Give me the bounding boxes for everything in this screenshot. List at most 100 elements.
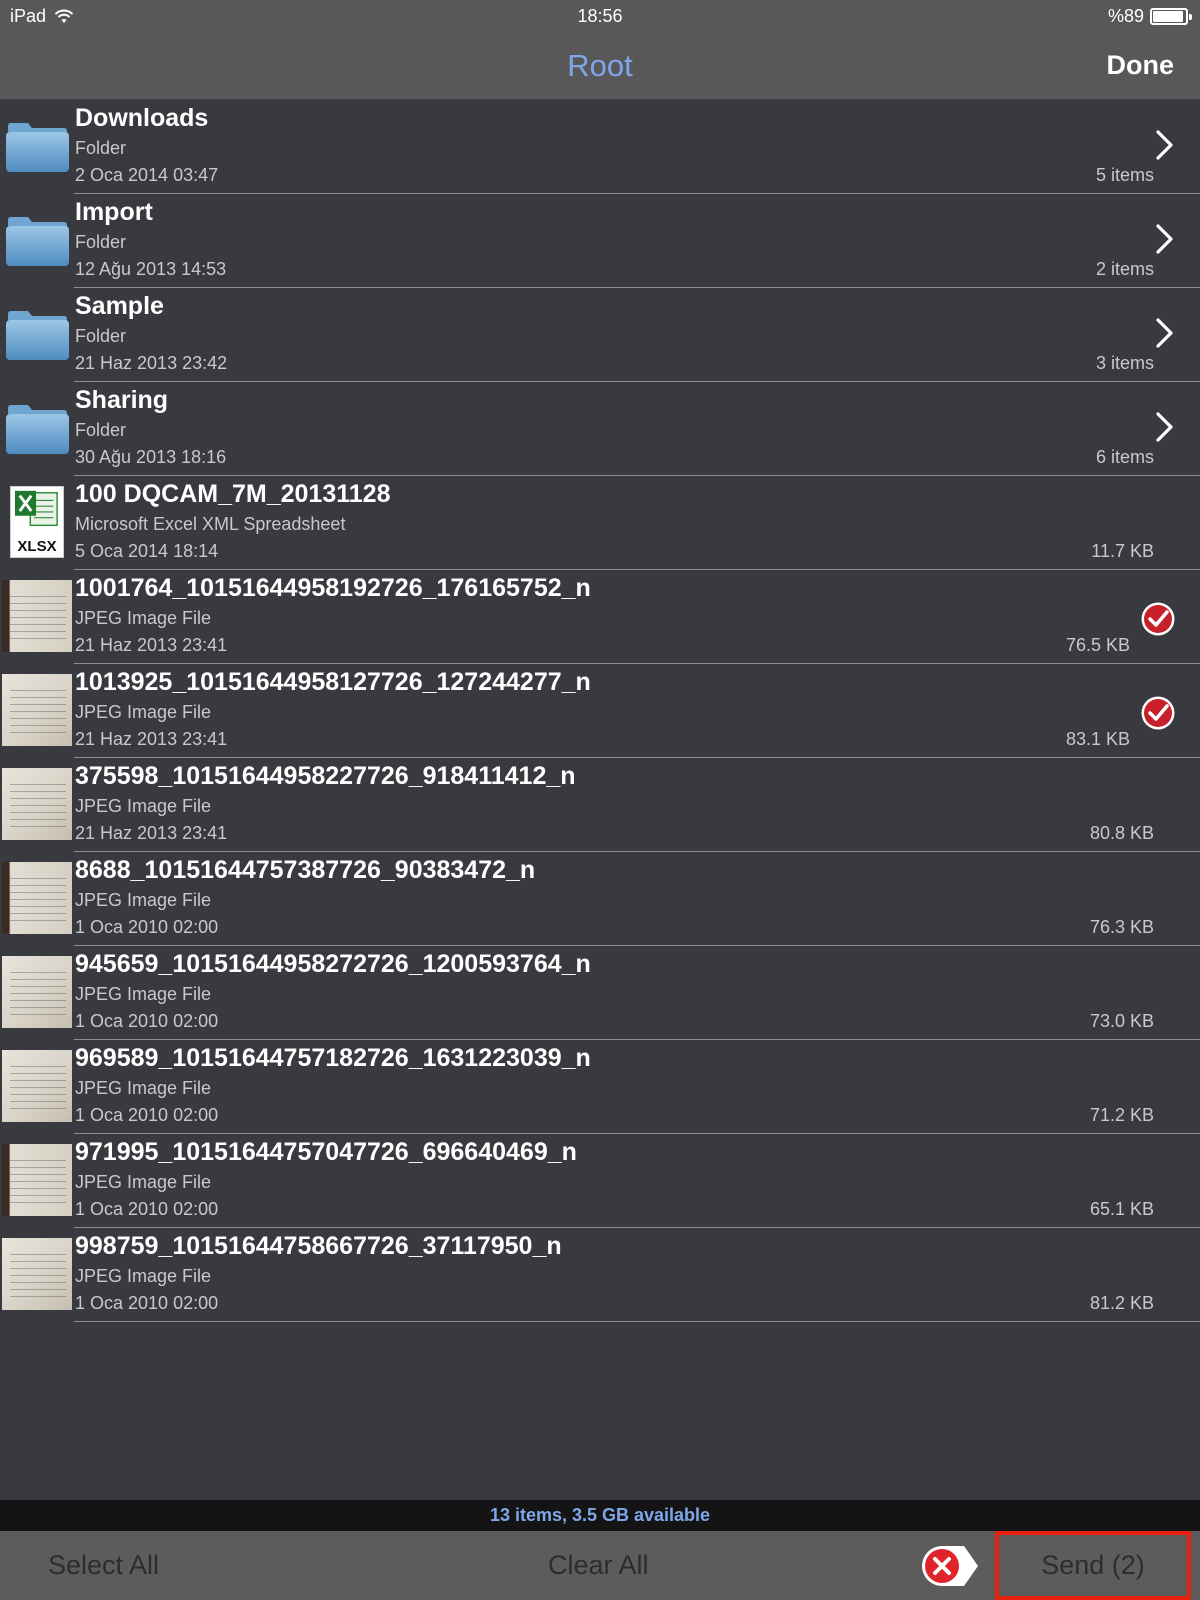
storage-summary: 13 items, 3.5 GB available <box>0 1500 1200 1531</box>
file-name: 100 DQCAM_7M_20131128 <box>75 480 391 508</box>
image-thumbnail <box>2 768 72 840</box>
file-date: 2 Oca 2014 03:47 <box>75 165 219 185</box>
file-kind: JPEG Image File <box>75 608 212 628</box>
file-kind: Folder <box>75 232 127 252</box>
file-name: 375598_10151644958227726_918411412_n <box>75 762 576 790</box>
file-date: 21 Haz 2013 23:42 <box>75 353 228 373</box>
file-row[interactable]: Downloads Folder 2 Oca 2014 03:47 5 items <box>0 100 1200 194</box>
page-title: Root <box>567 48 633 83</box>
file-kind: JPEG Image File <box>75 796 212 816</box>
item-count: 5 items <box>1095 165 1154 185</box>
image-thumbnail <box>2 580 72 652</box>
file-kind: JPEG Image File <box>75 984 212 1004</box>
file-row[interactable]: 998759_10151644758667726_37117950_n JPEG … <box>0 1228 1200 1322</box>
file-kind: JPEG Image File <box>75 1078 212 1098</box>
handwriting-lines <box>10 1154 66 1208</box>
file-row[interactable]: 1013925_10151644958127726_127244277_n JPE… <box>0 664 1200 758</box>
file-date: 21 Haz 2013 23:41 <box>75 823 228 843</box>
battery-percent: %89 <box>1107 6 1144 26</box>
handwriting-lines <box>10 966 66 1020</box>
handwriting-lines <box>10 684 66 738</box>
file-name: Downloads <box>75 104 209 132</box>
file-date: 21 Haz 2013 23:41 <box>75 729 228 749</box>
chevron-right-icon[interactable] <box>1154 222 1176 256</box>
file-row[interactable]: 971995_10151644757047726_696640469_n JPEG… <box>0 1134 1200 1228</box>
clear-all-button[interactable]: Clear All <box>548 1550 649 1581</box>
file-date: 1 Oca 2010 02:00 <box>75 1293 219 1313</box>
file-date: 12 Ağu 2013 14:53 <box>75 259 227 279</box>
handwriting-lines <box>10 1248 66 1302</box>
selected-check-icon[interactable] <box>1140 695 1176 731</box>
file-size: 11.7 KB <box>1091 541 1154 561</box>
done-button[interactable]: Done <box>1107 50 1175 81</box>
item-count: 6 items <box>1095 447 1154 467</box>
file-size: 80.8 KB <box>1089 823 1154 843</box>
folder-icon <box>6 217 69 266</box>
nav-bar: Root Done <box>0 34 1200 100</box>
chevron-right-icon[interactable] <box>1154 410 1176 444</box>
image-thumbnail <box>2 1144 72 1216</box>
image-thumbnail <box>2 674 72 746</box>
file-kind: JPEG Image File <box>75 702 212 722</box>
file-kind: Folder <box>75 420 127 440</box>
handwriting-lines <box>10 872 66 926</box>
file-row[interactable]: 1001764_10151644958192726_176165752_n JPE… <box>0 570 1200 664</box>
file-kind: Folder <box>75 326 127 346</box>
file-name: 8688_10151644757387726_90383472_n <box>75 856 536 884</box>
file-row[interactable]: 945659_10151644958272726_1200593764_n JPE… <box>0 946 1200 1040</box>
image-thumbnail <box>2 956 72 1028</box>
folder-icon <box>6 123 69 172</box>
cancel-selection-icon[interactable] <box>920 1544 982 1588</box>
file-name: Import <box>75 198 153 226</box>
image-thumbnail <box>2 1050 72 1122</box>
file-row[interactable]: Import Folder 12 Ağu 2013 14:53 2 items <box>0 194 1200 288</box>
status-time: 18:56 <box>577 6 623 26</box>
file-row[interactable]: 969589_10151644757182726_1631223039_n JPE… <box>0 1040 1200 1134</box>
send-button[interactable]: Send (2) <box>995 1531 1191 1600</box>
file-kind: JPEG Image File <box>75 890 212 910</box>
bottom-toolbar: Select All Clear All Send (2) <box>0 1531 1200 1600</box>
file-kind: Microsoft Excel XML Spreadsheet <box>75 514 346 534</box>
file-size: 76.3 KB <box>1089 917 1154 937</box>
select-all-button[interactable]: Select All <box>48 1550 159 1581</box>
status-right: %89 <box>1107 6 1192 27</box>
handwriting-lines <box>10 590 66 644</box>
folder-icon <box>6 311 69 360</box>
item-count: 2 items <box>1095 259 1154 279</box>
file-kind: JPEG Image File <box>75 1266 212 1286</box>
file-list: Downloads Folder 2 Oca 2014 03:47 5 items Im… <box>0 100 1200 1322</box>
chevron-right-icon[interactable] <box>1154 316 1176 350</box>
file-date: 21 Haz 2013 23:41 <box>75 635 228 655</box>
file-type-label: XLSX <box>17 538 57 555</box>
file-row[interactable]: XLSX 100 DQCAM_7M_20131128 Microsoft Excel… <box>0 476 1200 570</box>
folder-icon <box>6 405 69 454</box>
file-date: 1 Oca 2010 02:00 <box>75 1011 219 1031</box>
excel-file-icon: XLSX <box>10 486 64 558</box>
image-thumbnail <box>2 1238 72 1310</box>
image-thumbnail <box>2 862 72 934</box>
file-name: 969589_10151644757182726_1631223039_n <box>75 1044 591 1072</box>
chevron-right-icon[interactable] <box>1154 128 1176 162</box>
file-name: Sharing <box>75 386 169 414</box>
file-row[interactable]: 375598_10151644958227726_918411412_n JPEG… <box>0 758 1200 852</box>
file-kind: Folder <box>75 138 127 158</box>
file-name: 998759_10151644758667726_37117950_n <box>75 1232 562 1260</box>
file-name: 1013925_10151644958127726_127244277_n <box>75 668 591 696</box>
file-row[interactable]: Sharing Folder 30 Ağu 2013 18:16 6 items <box>0 382 1200 476</box>
handwriting-lines <box>10 778 66 832</box>
file-name: Sample <box>75 292 164 320</box>
file-date: 1 Oca 2010 02:00 <box>75 917 219 937</box>
file-name: 945659_10151644958272726_1200593764_n <box>75 950 591 978</box>
excel-logo <box>14 490 58 527</box>
file-name: 1001764_10151644958192726_176165752_n <box>75 574 591 602</box>
file-kind: JPEG Image File <box>75 1172 212 1192</box>
handwriting-lines <box>10 1060 66 1114</box>
file-size: 73.0 KB <box>1089 1011 1154 1031</box>
selected-check-icon[interactable] <box>1140 601 1176 637</box>
file-size: 65.1 KB <box>1089 1199 1154 1219</box>
battery-icon <box>1150 8 1192 25</box>
file-row[interactable]: Sample Folder 21 Haz 2013 23:42 3 items <box>0 288 1200 382</box>
status-bar: iPad 18:56 %89 <box>0 0 1200 34</box>
file-row[interactable]: 8688_10151644757387726_90383472_n JPEG Im… <box>0 852 1200 946</box>
file-date: 1 Oca 2010 02:00 <box>75 1199 219 1219</box>
